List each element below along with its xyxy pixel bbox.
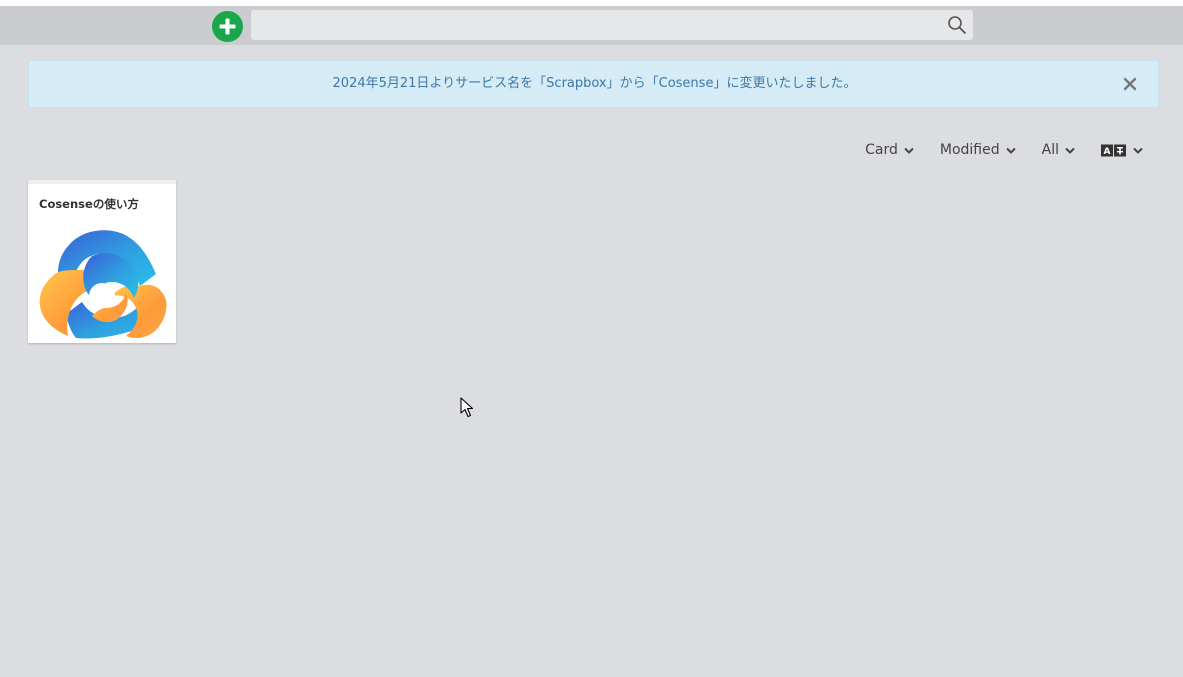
mouse-cursor-icon — [460, 397, 474, 418]
filter-label: All — [1041, 142, 1059, 158]
new-page-button[interactable] — [212, 11, 243, 42]
view-mode-dropdown[interactable]: Card — [865, 142, 914, 158]
list-toolbar: Card Modified All A — [865, 138, 1143, 162]
sort-label: Modified — [939, 142, 1000, 158]
close-icon[interactable] — [1120, 74, 1140, 94]
chevron-down-icon — [1065, 147, 1075, 154]
page-card-title: Cosenseの使い方 — [39, 197, 139, 211]
plus-icon — [219, 18, 236, 35]
chevron-down-icon — [1005, 147, 1016, 154]
navbar — [0, 6, 1183, 45]
page-card[interactable]: Cosenseの使い方 — [28, 180, 176, 343]
chevron-down-icon — [1133, 147, 1143, 154]
translate-icon: A — [1101, 144, 1127, 157]
view-mode-label: Card — [865, 142, 898, 158]
alert-message: 2024年5月21日よりサービス名を「Scrapbox」から「Cosense」に… — [332, 76, 857, 91]
svg-text:A: A — [1104, 147, 1111, 157]
sort-dropdown[interactable]: Modified — [940, 142, 1016, 158]
chevron-down-icon — [904, 147, 914, 154]
search-icon[interactable] — [947, 15, 967, 35]
rename-notice-alert: 2024年5月21日よりサービス名を「Scrapbox」から「Cosense」に… — [28, 60, 1159, 108]
filter-dropdown[interactable]: All — [1042, 142, 1075, 158]
search-box — [251, 10, 973, 40]
language-dropdown[interactable]: A — [1101, 144, 1143, 157]
search-input[interactable] — [251, 10, 931, 40]
cosense-logo-thumbnail — [39, 230, 167, 339]
